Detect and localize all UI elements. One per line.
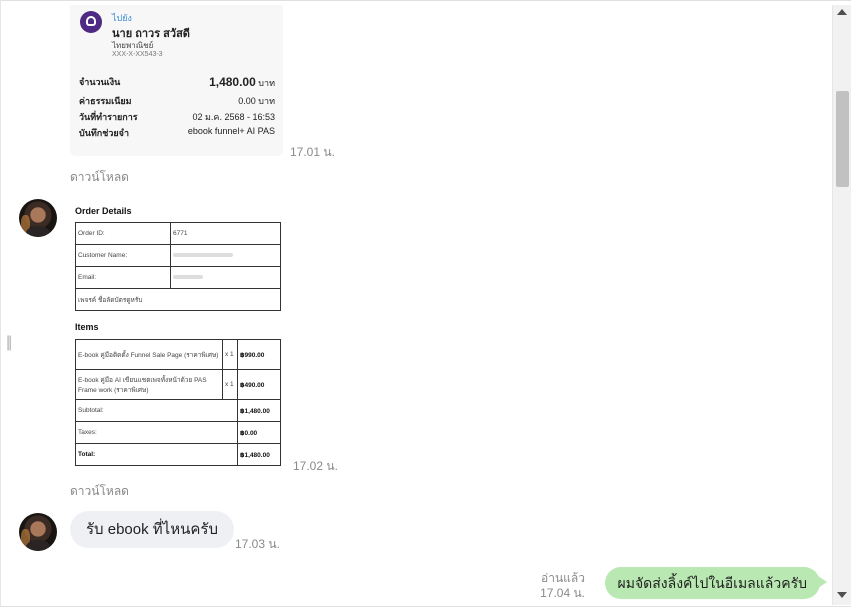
slip-to-label: ไปยัง	[112, 13, 132, 23]
slip-unit: บาท	[258, 78, 275, 88]
item-name: E-book คู่มือติดตั้ง Funnel Sale Page (ร…	[75, 339, 223, 370]
slip-fee: 0.00	[238, 96, 256, 106]
slip-row-label: จำนวนเงิน	[79, 77, 121, 87]
order-note: เพจรค์ ชื่อลัดบัตรดูหรับ	[75, 288, 281, 311]
item-qty: x 1	[222, 369, 238, 400]
message-time: 17.01 น.	[290, 145, 335, 159]
outgoing-message-bubble[interactable]: ผมจัดส่งลิ้งค์ไปในอีเมลแล้วครับ	[604, 567, 828, 599]
field-value-redacted	[170, 266, 281, 289]
download-link[interactable]: ดาวน์โหลด	[70, 168, 129, 187]
total-value: ฿1,480.00	[237, 443, 281, 466]
table-row: Email:	[75, 266, 281, 289]
total-label: Subtotal:	[75, 399, 238, 422]
avatar[interactable]	[19, 199, 57, 237]
vertical-scrollbar[interactable]	[832, 5, 851, 605]
slip-row-label: วันที่ทำรายการ	[79, 112, 138, 122]
table-row: Customer Name:	[75, 244, 281, 267]
read-receipt: อ่านแล้ว 17.04 น.	[540, 571, 585, 601]
order-info-table: Order ID: 6771 Customer Name: Email: เพจ…	[75, 222, 281, 311]
slip-date: 02 ม.ค. 2568 - 16:53	[192, 112, 275, 122]
avatar[interactable]	[19, 513, 57, 551]
slip-amount: 1,480.00	[209, 75, 256, 89]
message-time: 17.02 น.	[293, 459, 338, 473]
total-value: ฿1,480.00	[237, 399, 281, 422]
item-name: E-book คู่มือ AI เขียนแชตเพจทั้งหน้าด้วย…	[75, 369, 223, 400]
total-label: Total:	[75, 443, 238, 466]
drag-handle-icon[interactable]: ||	[6, 334, 12, 352]
table-row: Taxes: ฿0.00	[75, 421, 281, 444]
table-row: E-book คู่มือติดตั้ง Funnel Sale Page (ร…	[75, 339, 281, 370]
table-row: Total: ฿1,480.00	[75, 443, 281, 466]
slip-unit: บาท	[258, 96, 275, 106]
table-row: Subtotal: ฿1,480.00	[75, 399, 281, 422]
field-value-redacted	[170, 244, 281, 267]
message-time: 17.03 น.	[235, 537, 280, 551]
payment-slip-image[interactable]: ไปยัง นาย ถาวร สวัสดี ไทยพาณิชย์ XXX-X-X…	[70, 5, 283, 156]
download-link[interactable]: ดาวน์โหลด	[70, 482, 129, 501]
bottom-border	[0, 606, 851, 611]
read-status: อ่านแล้ว	[541, 571, 585, 585]
table-row: E-book คู่มือ AI เขียนแชตเพจทั้งหน้าด้วย…	[75, 369, 281, 400]
chat-window: ไปยัง นาย ถาวร สวัสดี ไทยพาณิชย์ XXX-X-X…	[0, 0, 851, 611]
table-row: Order ID: 6771	[75, 222, 281, 245]
field-label: Customer Name:	[75, 244, 171, 267]
scroll-down-arrow-icon[interactable]	[837, 592, 847, 598]
items-table: E-book คู่มือติดตั้ง Funnel Sale Page (ร…	[75, 339, 281, 466]
message-time: 17.04 น.	[540, 586, 585, 600]
order-title: Order Details	[75, 206, 132, 216]
field-value: 6771	[170, 222, 281, 245]
order-details-image[interactable]: Order Details Order ID: 6771 Customer Na…	[70, 197, 283, 472]
incoming-message-bubble[interactable]: รับ ebook ที่ไหนครับ	[70, 511, 234, 548]
slip-row-label: ค่าธรรมเนียม	[79, 96, 132, 106]
table-row: เพจรค์ ชื่อลัดบัตรดูหรับ	[75, 288, 281, 311]
field-label: Email:	[75, 266, 171, 289]
slip-memo: ebook funnel+ AI PAS	[187, 126, 275, 136]
scroll-up-arrow-icon[interactable]	[837, 9, 847, 15]
slip-row-label: บันทึกช่วยจำ	[79, 128, 130, 138]
scrollbar-thumb[interactable]	[836, 91, 849, 187]
field-label: Order ID:	[75, 222, 171, 245]
item-price: ฿990.00	[237, 339, 281, 370]
total-label: Taxes:	[75, 421, 238, 444]
item-qty: x 1	[222, 339, 238, 370]
total-value: ฿0.00	[237, 421, 281, 444]
left-border	[0, 0, 1, 610]
bank-logo-icon	[80, 11, 102, 33]
slip-account: XXX-X-XX543-3	[112, 51, 163, 58]
items-title: Items	[75, 322, 99, 332]
item-price: ฿490.00	[237, 369, 281, 400]
